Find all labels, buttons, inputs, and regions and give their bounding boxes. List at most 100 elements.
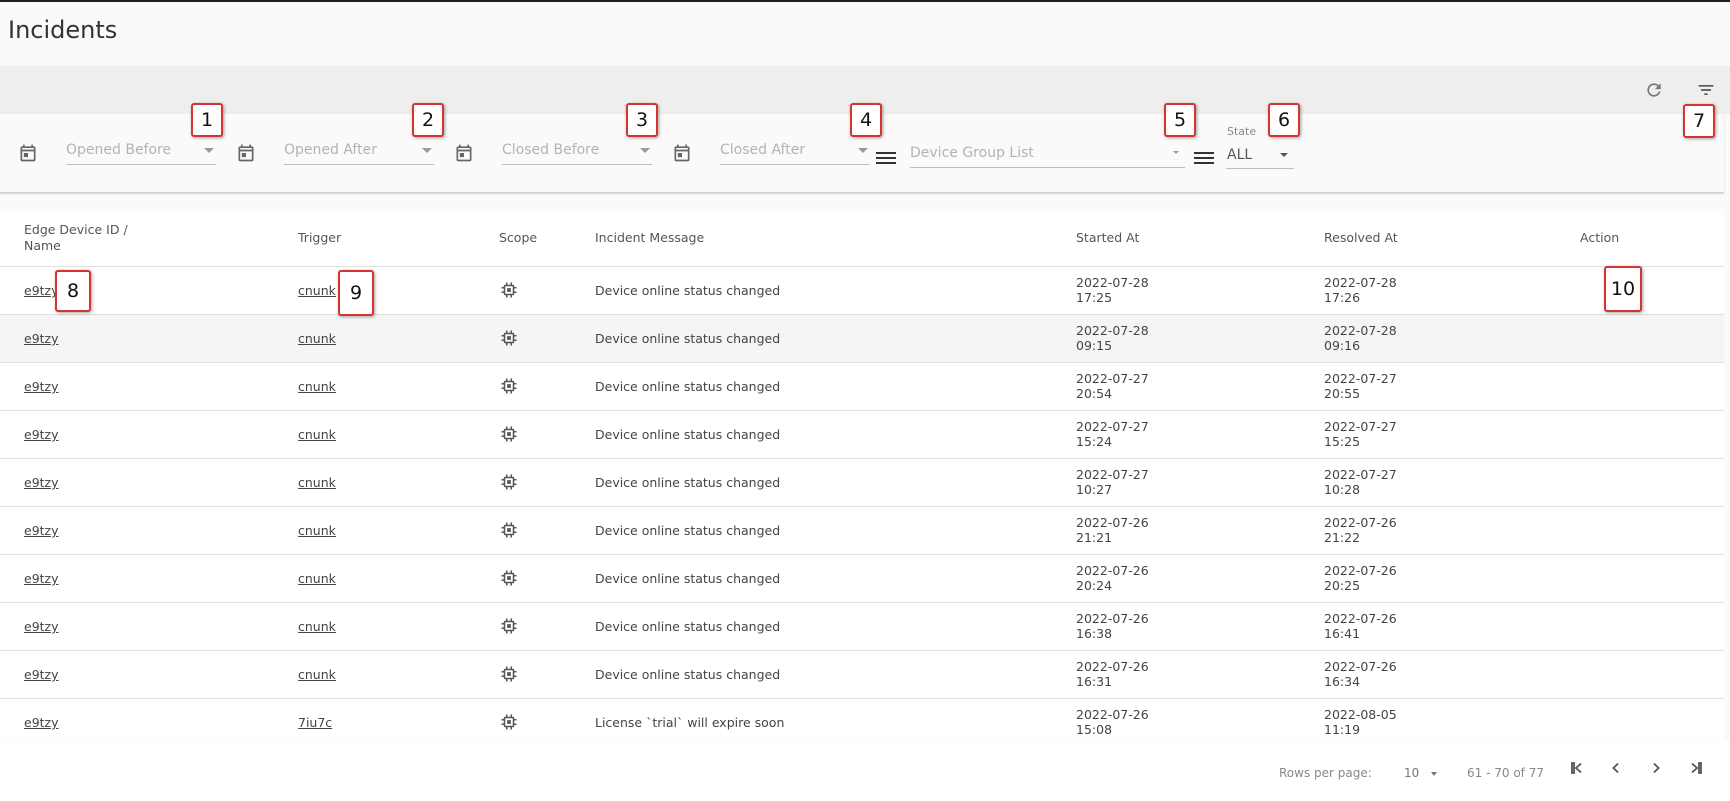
incident-message: Device online status changed <box>595 283 781 298</box>
trigger-link[interactable]: cnunk <box>298 283 336 298</box>
device-link[interactable]: e9tzy <box>24 427 59 442</box>
last-page-icon <box>1691 762 1702 774</box>
table-row[interactable]: e9tzy cnunk Device online status changed 20… <box>0 267 1724 315</box>
started-time: 20:54 <box>1076 386 1113 401</box>
top-border <box>0 0 1730 2</box>
started-date: 2022-07-26 <box>1076 563 1149 578</box>
first-page-icon <box>1571 762 1582 774</box>
started-date: 2022-07-28 <box>1076 323 1149 338</box>
device-link[interactable]: e9tzy <box>24 571 59 586</box>
device-link[interactable]: e9tzy <box>24 715 59 730</box>
resolved-at: 2022-07-26 16:41 <box>1324 611 1397 641</box>
calendar-icon[interactable] <box>671 142 693 164</box>
device-link[interactable]: e9tzy <box>24 523 59 538</box>
started-at: 2022-07-26 15:08 <box>1076 707 1149 737</box>
marker-7: 7 <box>1683 104 1715 138</box>
rows-per-page-select[interactable]: 10 <box>1404 766 1438 780</box>
header-started-at[interactable]: Started At <box>1076 230 1139 245</box>
previous-page-button[interactable] <box>1604 756 1628 780</box>
started-at: 2022-07-27 10:27 <box>1076 467 1149 497</box>
incident-message: Device online status changed <box>595 475 781 490</box>
device-link[interactable]: e9tzy <box>24 283 59 298</box>
filter-icon[interactable] <box>1692 76 1720 104</box>
page-title: Incidents <box>8 16 118 44</box>
last-page-button[interactable] <box>1684 756 1708 780</box>
resolved-date: 2022-07-26 <box>1324 611 1397 626</box>
opened-after-field[interactable]: Opened After <box>284 138 434 165</box>
resolved-at: 2022-07-27 20:55 <box>1324 371 1397 401</box>
started-date: 2022-07-26 <box>1076 611 1149 626</box>
table-row[interactable]: e9tzy cnunk Device online status changed 20… <box>0 411 1724 459</box>
closed-before-field[interactable]: Closed Before <box>502 138 652 165</box>
incidents-table: Edge Device ID / Name Trigger Scope Inci… <box>0 209 1724 747</box>
trigger-link[interactable]: cnunk <box>298 331 336 346</box>
started-date: 2022-07-26 <box>1076 659 1149 674</box>
trigger-link[interactable]: 7iu7c <box>298 715 332 730</box>
header-action: Action <box>1580 230 1620 245</box>
closed-after-field[interactable]: Closed After <box>720 138 870 165</box>
device-link[interactable]: e9tzy <box>24 667 59 682</box>
resolved-time: 16:34 <box>1324 674 1361 689</box>
trigger-link[interactable]: cnunk <box>298 475 336 490</box>
next-page-button[interactable] <box>1644 756 1668 780</box>
resolved-date: 2022-07-28 <box>1324 275 1397 290</box>
table-row[interactable]: e9tzy cnunk Device online status changed 20… <box>0 555 1724 603</box>
marker-2: 2 <box>412 103 444 137</box>
resolved-at: 2022-07-27 10:28 <box>1324 467 1397 497</box>
chip-icon <box>500 713 518 731</box>
device-group-list-select[interactable]: Device Group List <box>910 141 1185 168</box>
header-device[interactable]: Edge Device ID / Name <box>24 222 128 254</box>
table-row[interactable]: e9tzy cnunk Device online status changed 20… <box>0 507 1724 555</box>
resolved-time: 17:26 <box>1324 290 1361 305</box>
opened-after-placeholder: Opened After <box>284 142 377 158</box>
marker-1: 1 <box>191 103 223 137</box>
marker-9: 9 <box>338 270 374 316</box>
resolved-date: 2022-07-27 <box>1324 467 1397 482</box>
device-link[interactable]: e9tzy <box>24 619 59 634</box>
trigger-link[interactable]: cnunk <box>298 427 336 442</box>
device-link[interactable]: e9tzy <box>24 379 59 394</box>
table-row[interactable]: e9tzy cnunk Device online status changed 20… <box>0 459 1724 507</box>
trigger-link[interactable]: cnunk <box>298 619 336 634</box>
header-scope[interactable]: Scope <box>499 230 537 245</box>
started-at: 2022-07-28 17:25 <box>1076 275 1149 305</box>
refresh-icon[interactable] <box>1640 76 1668 104</box>
table-row[interactable]: e9tzy cnunk Device online status changed 20… <box>0 651 1724 699</box>
trigger-link[interactable]: cnunk <box>298 571 336 586</box>
header-resolved-at[interactable]: Resolved At <box>1324 230 1398 245</box>
calendar-icon[interactable] <box>17 142 39 164</box>
first-page-button[interactable] <box>1565 756 1589 780</box>
device-link[interactable]: e9tzy <box>24 331 59 346</box>
rows-per-page-label: Rows per page: <box>1279 766 1372 780</box>
resolved-time: 20:55 <box>1324 386 1361 401</box>
resolved-date: 2022-07-27 <box>1324 371 1397 386</box>
table-row[interactable]: e9tzy cnunk Device online status changed 20… <box>0 603 1724 651</box>
started-date: 2022-07-27 <box>1076 419 1149 434</box>
table-row[interactable]: e9tzy cnunk Device online status changed 20… <box>0 315 1724 363</box>
opened-before-field[interactable]: Opened Before <box>66 138 216 165</box>
state-select[interactable]: ALL <box>1226 142 1294 169</box>
started-at: 2022-07-28 09:15 <box>1076 323 1149 353</box>
chip-icon <box>500 425 518 443</box>
header-message[interactable]: Incident Message <box>595 230 704 245</box>
header-trigger[interactable]: Trigger <box>298 230 341 245</box>
header-device-line2: Name <box>24 238 61 253</box>
resolved-time: 10:28 <box>1324 482 1361 497</box>
trigger-link[interactable]: cnunk <box>298 667 336 682</box>
started-time: 16:31 <box>1076 674 1113 689</box>
incident-message: Device online status changed <box>595 523 781 538</box>
device-link[interactable]: e9tzy <box>24 475 59 490</box>
calendar-icon[interactable] <box>235 142 257 164</box>
incident-message: Device online status changed <box>595 427 781 442</box>
calendar-icon[interactable] <box>453 142 475 164</box>
started-time: 16:38 <box>1076 626 1113 641</box>
trigger-link[interactable]: cnunk <box>298 379 336 394</box>
started-at: 2022-07-26 16:38 <box>1076 611 1149 641</box>
list-icon <box>875 147 897 169</box>
trigger-link[interactable]: cnunk <box>298 523 336 538</box>
chevron-down-icon <box>1280 153 1288 157</box>
page-range: 61 - 70 of 77 <box>1467 766 1544 780</box>
chip-icon <box>500 377 518 395</box>
table-row[interactable]: e9tzy cnunk Device online status changed 20… <box>0 363 1724 411</box>
chevron-left-icon <box>1612 762 1619 774</box>
